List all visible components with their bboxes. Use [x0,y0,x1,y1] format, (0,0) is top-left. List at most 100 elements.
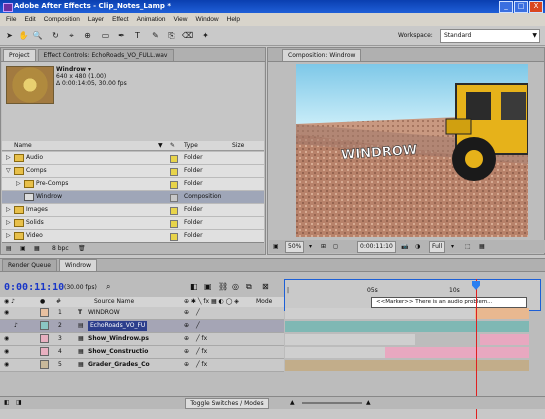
puppet-tool-icon[interactable]: ✦ [200,30,211,41]
expand-triangle-icon[interactable]: ▽ [6,165,11,177]
label-swatch[interactable] [170,220,178,228]
expand-panes-icon[interactable]: ◧ [4,397,10,409]
tab-windrow-timeline[interactable]: Windrow [58,259,97,271]
visibility-eye-icon[interactable]: ◉ [4,307,9,319]
camera-tool-icon[interactable]: ⌖ [66,30,77,41]
minimize-button[interactable]: _ [499,1,513,13]
expand-triangle-icon[interactable]: ▷ [16,178,21,190]
show-channel-icon[interactable]: ◑ [415,240,420,253]
close-button[interactable]: X [529,1,543,13]
timeline-layer[interactable]: ◉ 3 ▦ Show_Windrow.ps ⊕ ╱ fx [0,333,284,346]
new-folder-icon[interactable]: ▣ [20,243,26,255]
column-source-name[interactable]: Source Name [94,297,134,307]
project-item[interactable]: ▷ Images Folder [2,204,264,217]
chevron-down-icon[interactable]: ▾ [309,240,312,253]
layer-duration-bar[interactable] [285,321,529,332]
effects-fx-icon[interactable]: ╱ fx [196,359,207,371]
label-color-swatch[interactable] [40,346,49,358]
shy-icon[interactable]: ⊕ [184,359,189,371]
quality-icon[interactable]: ╱ [196,320,200,332]
menu-animation[interactable]: Animation [133,16,170,23]
label-color-swatch[interactable] [40,320,49,332]
project-item[interactable]: ▷ Pre-Comps Folder [2,178,264,191]
rotate-tool-icon[interactable]: ↻ [50,30,61,41]
live-update-icon[interactable]: ◧ [190,282,198,291]
always-preview-icon[interactable]: ▣ [273,240,279,253]
label-swatch[interactable] [170,155,178,163]
composition-viewer[interactable]: WINDROW [296,64,528,237]
menu-window[interactable]: Window [192,16,223,23]
timeline-layer-selected[interactable]: ♪ 2 ▤ EchoRoads_VO_FU ⊕ ╱ [0,320,284,333]
new-composition-icon[interactable]: ▦ [34,243,40,255]
menu-edit[interactable]: Edit [20,16,39,23]
layer-duration-bar[interactable] [475,308,529,319]
quality-icon[interactable]: ╱ [196,307,200,319]
trash-icon[interactable]: 🗑 [78,243,86,255]
project-item[interactable]: ▷ Audio Folder [2,152,264,165]
timeline-layer[interactable]: ◉ 1 T WINDROW ⊕ ╱ [0,307,284,320]
hand-tool-icon[interactable]: ✋ [18,30,29,41]
expand-triangle-icon[interactable]: ▷ [6,152,11,164]
tab-project[interactable]: Project [3,49,36,61]
mask-visibility-icon[interactable]: ◻ [333,240,338,253]
effects-fx-icon[interactable]: ╱ fx [196,333,207,345]
transparency-grid-icon[interactable]: ▦ [479,240,485,253]
menu-help[interactable]: Help [223,16,244,23]
interpret-footage-icon[interactable]: ▤ [6,243,12,255]
bit-depth-button[interactable]: 8 bpc [52,243,69,255]
label-swatch[interactable] [170,194,178,202]
menu-effect[interactable]: Effect [108,16,133,23]
shy-icon[interactable]: ⊕ [184,346,189,358]
safe-margins-icon[interactable]: ⊞ [321,240,326,253]
tab-render-queue[interactable]: Render Queue [2,259,57,271]
shy-icon[interactable]: ⊕ [184,333,189,345]
label-swatch[interactable] [170,233,178,241]
selection-tool-icon[interactable]: ➤ [4,30,15,41]
eraser-tool-icon[interactable]: ⌫ [182,30,193,41]
layer-name[interactable]: Show_Constructio [88,346,148,358]
layer-name[interactable]: Show_Windrow.ps [88,333,149,345]
expand-triangle-icon[interactable]: ▷ [6,230,11,242]
selected-item-name[interactable]: Windrow ▾ [56,66,127,73]
resolution-select[interactable]: Full [429,241,446,253]
layer-duration-bar[interactable] [285,308,475,319]
tab-effect-controls[interactable]: Effect Controls: EchoRoads_VO_FULL.wav [37,49,174,61]
label-swatch[interactable] [170,168,178,176]
draft-3d-icon[interactable]: ▣ [204,282,212,291]
visibility-eye-icon[interactable]: ◉ [4,346,9,358]
graph-editor-icon[interactable]: ⊠ [262,282,269,291]
label-color-swatch[interactable] [40,359,49,371]
zoom-out-icon[interactable]: ▲ [290,397,295,409]
project-item-selected[interactable]: Windrow Composition [2,191,264,204]
layer-duration-bar[interactable] [285,347,385,358]
zoom-select[interactable]: 50% [285,241,305,253]
layer-duration-bar[interactable] [480,334,529,345]
workspace-select[interactable]: Standard ▼ [440,29,540,43]
project-item[interactable]: ▽ Comps Folder [2,165,264,178]
rectangle-tool-icon[interactable]: ▭ [100,30,111,41]
frame-blending-icon[interactable]: ⧉ [246,282,252,292]
label-swatch[interactable] [170,207,178,215]
menu-file[interactable]: File [2,16,20,23]
effects-fx-icon[interactable]: ╱ fx [196,346,207,358]
menu-layer[interactable]: Layer [84,16,108,23]
column-size[interactable]: Size [232,141,244,151]
visibility-eye-icon[interactable]: ◉ [4,359,9,371]
layer-duration-bar[interactable] [385,347,529,358]
pan-behind-tool-icon[interactable]: ⊕ [82,30,93,41]
layer-duration-bar[interactable] [285,360,529,371]
column-name[interactable]: Name [14,141,32,151]
text-tool-icon[interactable]: T [132,30,143,41]
toggle-switches-modes-button[interactable]: Toggle Switches / Modes [185,398,269,409]
timeline-zoom-slider[interactable] [302,402,362,404]
timeline-timecode[interactable]: 0:00:11:10 [4,282,64,293]
clone-tool-icon[interactable]: ⎘ [166,30,177,41]
maximize-button[interactable]: □ [514,1,528,13]
snapshot-icon[interactable]: 📷 [401,240,408,253]
zoom-in-icon[interactable]: ▲ [366,397,371,409]
menu-view[interactable]: View [170,16,192,23]
timeline-layer[interactable]: ◉ 4 ▦ Show_Constructio ⊕ ╱ fx [0,346,284,359]
comp-timecode[interactable]: 0:00:11:10 [357,241,396,253]
label-color-swatch[interactable] [40,333,49,345]
pen-tool-icon[interactable]: ✒ [116,30,127,41]
